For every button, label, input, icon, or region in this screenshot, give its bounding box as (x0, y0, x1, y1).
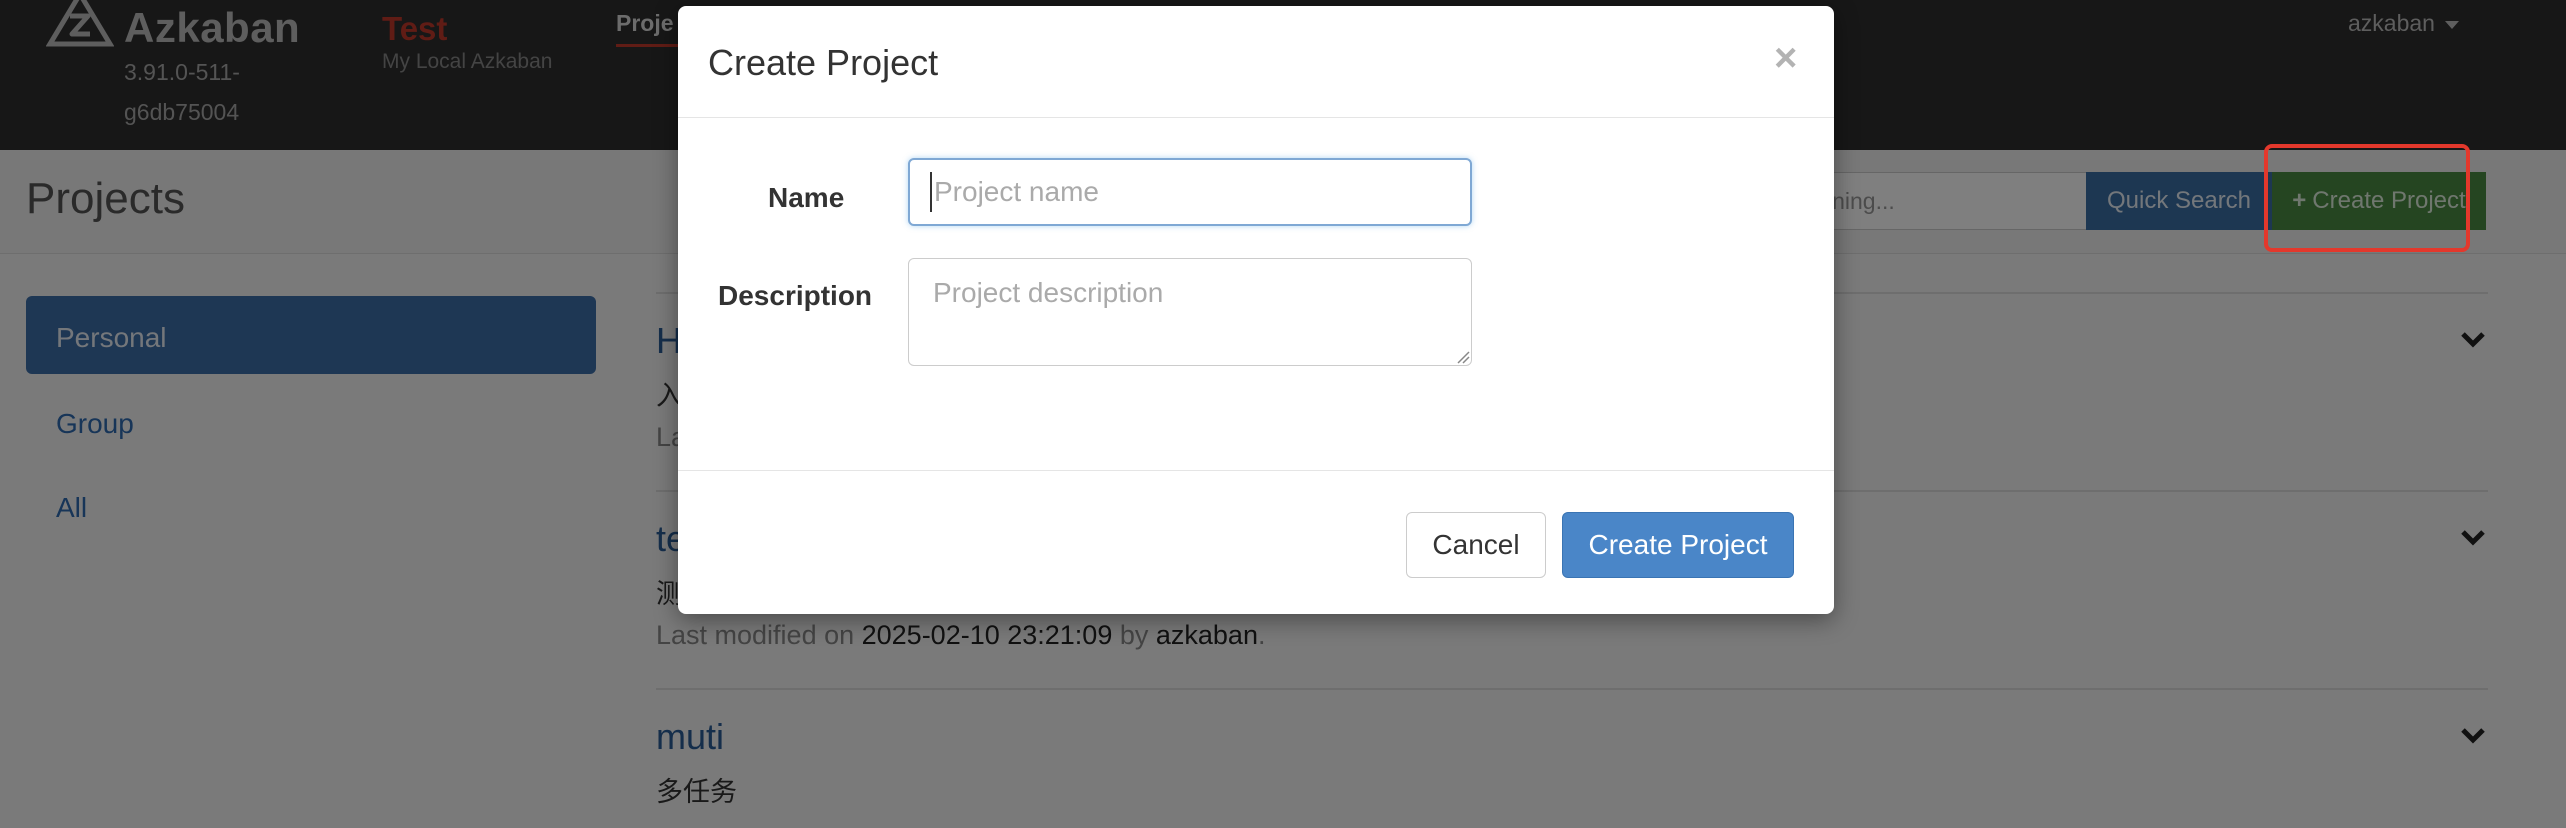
project-description-input[interactable] (908, 258, 1472, 366)
modal-footer-divider (678, 470, 1834, 471)
cancel-button[interactable]: Cancel (1406, 512, 1546, 578)
create-project-dialog: Create Project × Name Description Cancel… (678, 6, 1834, 614)
create-project-submit-button[interactable]: Create Project (1562, 512, 1794, 578)
text-cursor (930, 172, 932, 212)
close-icon[interactable]: × (1774, 38, 1797, 78)
modal-header: Create Project × (678, 6, 1834, 118)
name-label: Name (768, 182, 845, 213)
resize-handle-icon[interactable] (1456, 350, 1470, 364)
project-name-input[interactable] (908, 158, 1472, 226)
description-label: Description (718, 280, 873, 311)
modal-title: Create Project (708, 42, 939, 83)
highlight-annotation (2264, 144, 2470, 252)
